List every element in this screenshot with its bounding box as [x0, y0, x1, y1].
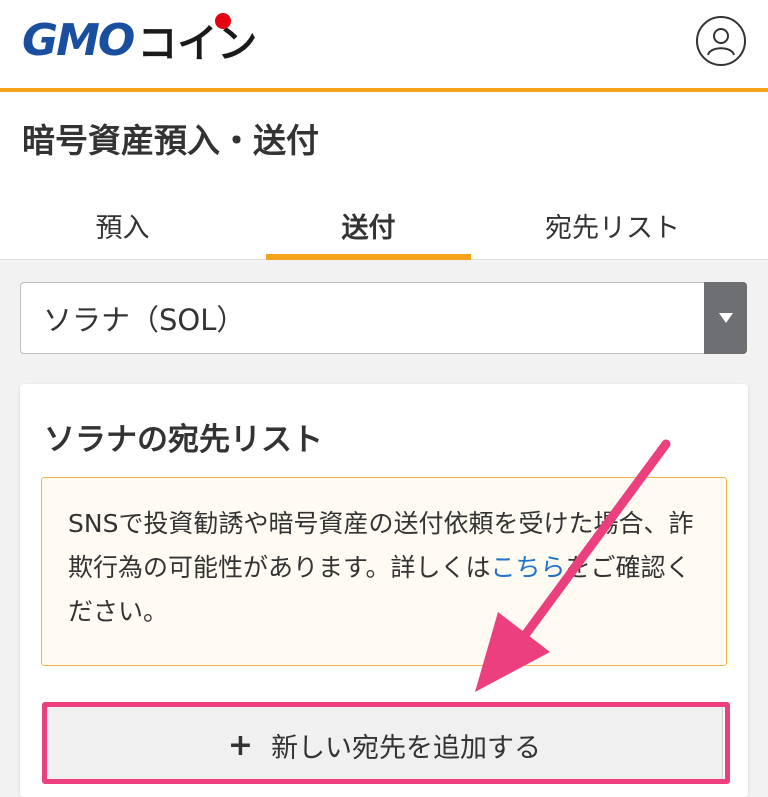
tab-deposit[interactable]: 預入	[20, 192, 225, 258]
tab-send[interactable]: 送付	[266, 192, 471, 260]
address-list-card: ソラナの宛先リスト SNSで投資勧誘や暗号資産の送付依頼を受けた場合、詐欺行為の…	[20, 384, 748, 797]
user-account-button[interactable]	[696, 16, 746, 66]
gmo-coin-logo[interactable]: GMO コイン	[22, 11, 257, 69]
currency-select-value: ソラナ（SOL）	[43, 303, 246, 337]
caret-down-icon[interactable]	[704, 282, 747, 354]
page-title: 暗号資産預入・送付	[22, 121, 319, 160]
logo-gmo-text: GMO	[22, 14, 135, 66]
add-address-button[interactable]: + 新しい宛先を追加する	[46, 706, 723, 784]
currency-select[interactable]: ソラナ（SOL）	[20, 282, 747, 354]
tab-address-list[interactable]: 宛先リスト	[510, 192, 715, 258]
tab-bar: 預入 送付 宛先リスト	[0, 192, 768, 260]
logo-coin-text: コイン	[137, 11, 257, 69]
add-address-label: 新しい宛先を追加する	[271, 732, 542, 764]
title-section: 暗号資産預入・送付 預入 送付 宛先リスト	[0, 92, 768, 260]
user-circle-icon	[707, 28, 735, 56]
details-link[interactable]: こちら	[491, 553, 566, 582]
plus-icon: +	[227, 727, 254, 763]
fraud-warning-box: SNSで投資勧誘や暗号資産の送付依頼を受けた場合、詐欺行為の可能性があります。詳…	[41, 477, 727, 666]
card-title: ソラナの宛先リスト	[44, 422, 323, 458]
app-header: GMO コイン	[0, 0, 768, 92]
